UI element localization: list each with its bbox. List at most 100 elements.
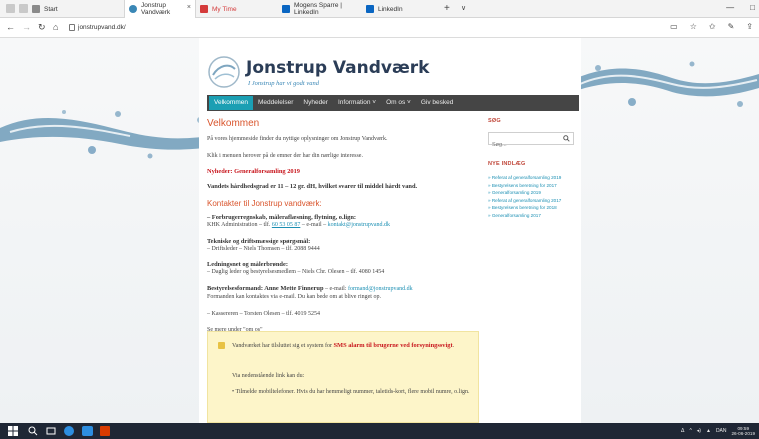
notice-icon [218, 342, 225, 349]
search-box [488, 132, 574, 151]
back-arrow-icon[interactable]: ← [6, 22, 15, 32]
chairman-note: Formanden kan kontaktes via e-mail. Du k… [207, 294, 381, 300]
tab-label: LinkedIn [378, 5, 403, 13]
page-icon [69, 24, 75, 31]
news-link[interactable]: Nyheder: Generalforsamling 2019 [207, 168, 477, 175]
pen-notes-icon[interactable]: ✎ [728, 22, 735, 31]
menu-item-meddelelser[interactable]: Meddelelser [253, 96, 298, 110]
volume-icon[interactable]: ◂) [697, 428, 701, 434]
treasurer-line: – Kassereren – Torsten Olesen – tlf. 401… [207, 310, 320, 317]
address-bar: ← → ↻ ⌂ jonstrupvand.dk/ ▭ ☆ ✩ ✎ ⇪ [0, 18, 759, 38]
tab-jonstrup-vandvaerk[interactable]: Jonstrup Vandværk × [124, 0, 196, 18]
menu-item-nyheder[interactable]: Nyheder [298, 96, 333, 110]
edge-browser-icon[interactable] [64, 426, 74, 436]
contact-title: Tekniske og driftsmæssige spørgsmål: [207, 237, 311, 245]
search-icon[interactable] [563, 135, 570, 142]
phone-link[interactable]: 60 53 05 87 [272, 222, 301, 228]
back-tabs-icon[interactable] [19, 4, 28, 13]
recent-post-link[interactable]: Generalforsamling 2019 [488, 189, 576, 197]
search-icon[interactable] [28, 426, 38, 436]
tab-linkedin-profile[interactable]: Mogens Sparre | LinkedIn [278, 0, 360, 18]
close-tab-icon[interactable]: × [187, 4, 191, 11]
share-icon[interactable]: ⇪ [746, 22, 753, 31]
water-drop-logo-icon[interactable] [207, 55, 241, 89]
linkedin-favicon-icon [366, 5, 374, 13]
content-column: Jonstrup Vandværk I Jonstrup har vi godt… [199, 38, 581, 423]
windows-start-icon[interactable] [8, 426, 18, 436]
recent-post-link[interactable]: Bestyrelsens beretning for 2017 [488, 182, 576, 190]
minimize-button[interactable]: — [726, 3, 734, 12]
clock-date: 26-06-2019 [731, 431, 756, 436]
tab-preview-icon[interactable] [6, 4, 15, 13]
contact-title: Ledningsnet og målerbrønde: [207, 261, 288, 268]
system-tray: ᐃ ^ ◂) ▲ DAN 09:59 26-06-2019 [681, 426, 755, 436]
menu-item-om-os[interactable]: Om os ˅ [381, 96, 416, 110]
contact-line: KHK Administration – tlf. 60 53 05 87 – … [207, 221, 477, 230]
main-navigation: Velkommen Meddelelser Nyheder Informatio… [207, 95, 579, 111]
reading-view-icon[interactable]: ▭ [670, 22, 678, 31]
sms-alarm-highlight[interactable]: SMS alarm til brugerne ved forsyningssvi… [333, 342, 452, 349]
site-title[interactable]: Jonstrup Vandværk [246, 58, 429, 78]
window-controls: — □ [726, 3, 755, 12]
sidebar: SØG NYE INDLÆG Referat af generalforsaml… [488, 118, 576, 218]
water-hardness-text: Vandets hårdhedsgrad er 11 – 12 gr. dH, … [207, 183, 418, 190]
contact-line: – Daglig leder og bestyrelsesmedlem – Ni… [207, 269, 385, 275]
refresh-icon[interactable]: ↻ [38, 22, 46, 33]
favorite-star-icon[interactable]: ☆ [690, 22, 697, 31]
browser-toolbar-right: ▭ ☆ ✩ ✎ ⇪ [670, 22, 753, 31]
main-article: Velkommen På vores hjemmeside finder du … [207, 118, 477, 335]
home-icon[interactable]: ⌂ [53, 22, 58, 32]
chairman-title: Bestyrelsesformand: Anne Mette Finnerup [207, 284, 324, 292]
url-field[interactable]: jonstrupvand.dk/ [78, 24, 126, 31]
mytime-favicon-icon [200, 5, 208, 13]
recent-posts-heading: NYE INDLÆG [488, 161, 526, 167]
chairman-email-prefix: – e-mail: [323, 285, 348, 292]
recent-post-link[interactable]: Bestyrelsens beretning for 2018 [488, 204, 576, 212]
tab-list-dropdown[interactable]: ∨ [461, 4, 466, 12]
email-link[interactable]: kontakt@jonstrupvand.dk [328, 222, 390, 228]
tab-start[interactable]: Start [28, 0, 124, 18]
task-view-icon[interactable] [46, 426, 56, 436]
favorites-list-icon[interactable]: ✩ [709, 22, 716, 31]
web-page: Jonstrup Vandværk I Jonstrup har vi godt… [0, 38, 759, 423]
people-icon[interactable]: ᐃ [681, 428, 684, 434]
site-tagline: I Jonstrup har vi godt vand [248, 80, 319, 87]
recent-post-link[interactable]: Referat af generalforsamling 2017 [488, 197, 576, 205]
language-indicator[interactable]: DAN [716, 428, 727, 434]
menu-item-information[interactable]: Information ˅ [333, 96, 381, 110]
notice-suffix: . [452, 343, 455, 349]
contact-line: – Driftsleder – Niels Thomsen – tlf. 208… [207, 245, 320, 252]
menu-item-giv-besked[interactable]: Giv besked [416, 96, 459, 110]
page-title: Velkommen [207, 118, 260, 129]
forward-arrow-icon[interactable]: → [22, 22, 31, 32]
tab-linkedin[interactable]: LinkedIn [362, 0, 440, 18]
chairman-line: Bestyrelsesformand: Anne Mette Finnerup … [207, 285, 477, 294]
windows-taskbar: ᐃ ^ ◂) ▲ DAN 09:59 26-06-2019 [0, 423, 759, 439]
search-heading: SØG [488, 118, 501, 124]
people-app-icon[interactable] [82, 426, 93, 436]
start-tab-icon [32, 5, 40, 13]
contact-mid: – e-mail – [300, 222, 328, 228]
recent-post-link[interactable]: Generalforsamling 2017 [488, 212, 576, 220]
clock[interactable]: 09:59 26-06-2019 [732, 426, 756, 436]
recent-post-link[interactable]: Referat af generalforsamling 2019 [488, 174, 576, 182]
menu-item-velkommen[interactable]: Velkommen [209, 96, 253, 110]
chairman-email-link[interactable]: formand@jonstrupvand.dk [348, 286, 413, 292]
tab-my-time[interactable]: My Time [196, 0, 272, 18]
tab-label: Start [44, 5, 58, 13]
water-splash-left-image [0, 110, 220, 159]
network-icon[interactable]: ▲ [706, 428, 711, 434]
new-tab-button[interactable]: + [444, 3, 450, 14]
contacts-heading: Kontakter til Jonstrup vandværk: [207, 199, 322, 208]
tray-chevron-icon[interactable]: ^ [689, 428, 691, 434]
notice-text: Vandværket har tilsluttet sig et system … [232, 342, 470, 351]
intro-text: På vores hjemmeside finder du nyttige op… [207, 136, 388, 142]
office-app-icon[interactable] [100, 426, 110, 436]
browser-tab-bar: Start Jonstrup Vandværk × My Time Mogens… [0, 0, 759, 18]
tab-label: Mogens Sparre | LinkedIn [294, 2, 342, 16]
contact-title: – Forbrugerregnskab, måleraflæsning, fly… [207, 214, 357, 221]
search-input[interactable] [489, 139, 559, 151]
linkedin-favicon-icon [282, 5, 290, 13]
maximize-button[interactable]: □ [750, 3, 755, 12]
notice-bullet-text: Tilmelde mobiltelefoner. Hvis du har hem… [235, 389, 470, 395]
